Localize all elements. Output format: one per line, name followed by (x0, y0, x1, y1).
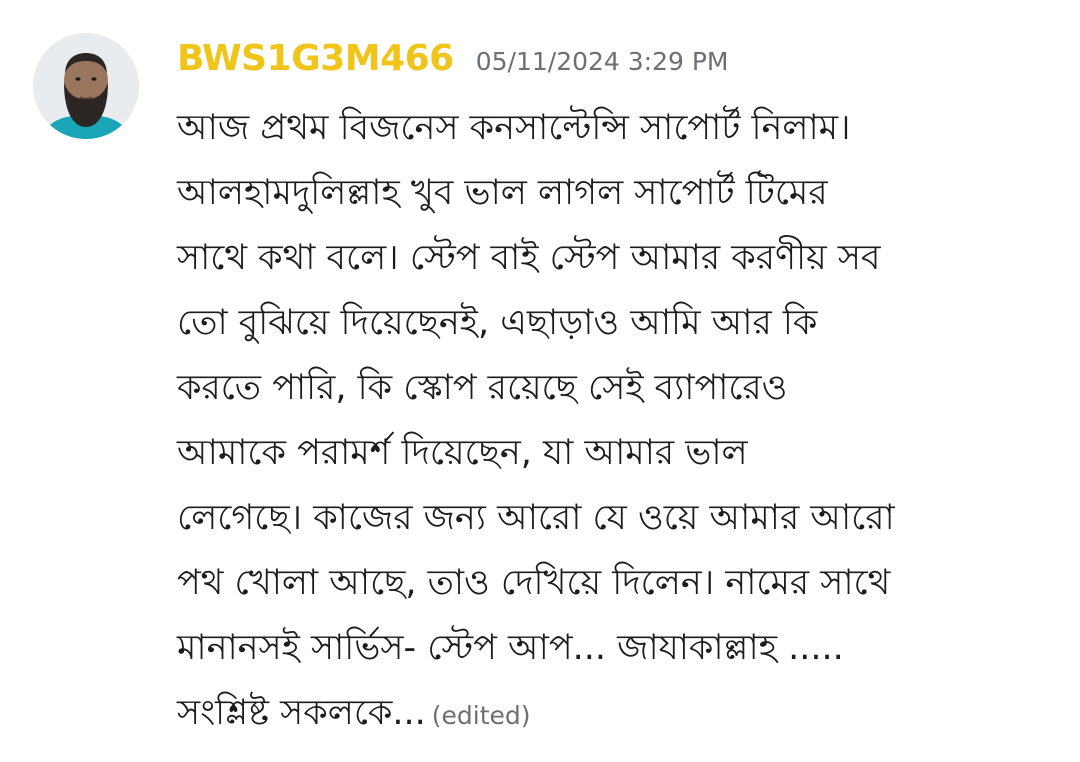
timestamp: 05/11/2024 3:29 PM (475, 47, 729, 76)
message-last-line: সংশ্লিষ্ট সকলকে... (edited) (177, 681, 1057, 746)
message-line: পথ খোলা আছে, তাও দেখিয়ে দিলেন। নামের সা… (177, 563, 891, 603)
message-line: আমাকে পরামর্শ দিয়েছেন, যা আমার ভাল (177, 433, 748, 473)
user-avatar[interactable] (33, 33, 139, 139)
message-line: সাথে কথা বলে। স্টেপ বাই স্টেপ আমার করণীয… (177, 238, 881, 278)
message-line: মানানসই সার্ভিস- স্টেপ আপ... জাযাকাল্লাহ… (177, 628, 844, 668)
avatar-portrait-icon (33, 33, 139, 139)
message-header: BWS1G3M466 05/11/2024 3:29 PM (177, 38, 729, 88)
chat-message: BWS1G3M466 05/11/2024 3:29 PM আজ প্রথম ব… (0, 0, 1080, 762)
message-line: তো বুঝিয়ে দিয়েছেনই, এছাড়াও আমি আর কি (177, 303, 818, 343)
message-line: করতে পারি, কি স্কোপ রয়েছে সেই ব্যাপারেও (177, 368, 788, 408)
username[interactable]: BWS1G3M466 (177, 38, 454, 79)
edited-label: (edited) (431, 701, 531, 730)
message-line: লেগেছে। কাজের জন্য আরো যে ওয়ে আমার আরো (177, 498, 895, 538)
message-body: আজ প্রথম বিজনেস কনসাল্টেন্সি সাপোর্ট নিল… (177, 96, 1057, 746)
message-line: আলহামদুলিল্লাহ খুব ভাল লাগল সাপোর্ট টিমে… (177, 173, 828, 213)
message-line: সংশ্লিষ্ট সকলকে... (177, 693, 426, 733)
message-line: আজ প্রথম বিজনেস কনসাল্টেন্সি সাপোর্ট নিল… (177, 108, 851, 148)
